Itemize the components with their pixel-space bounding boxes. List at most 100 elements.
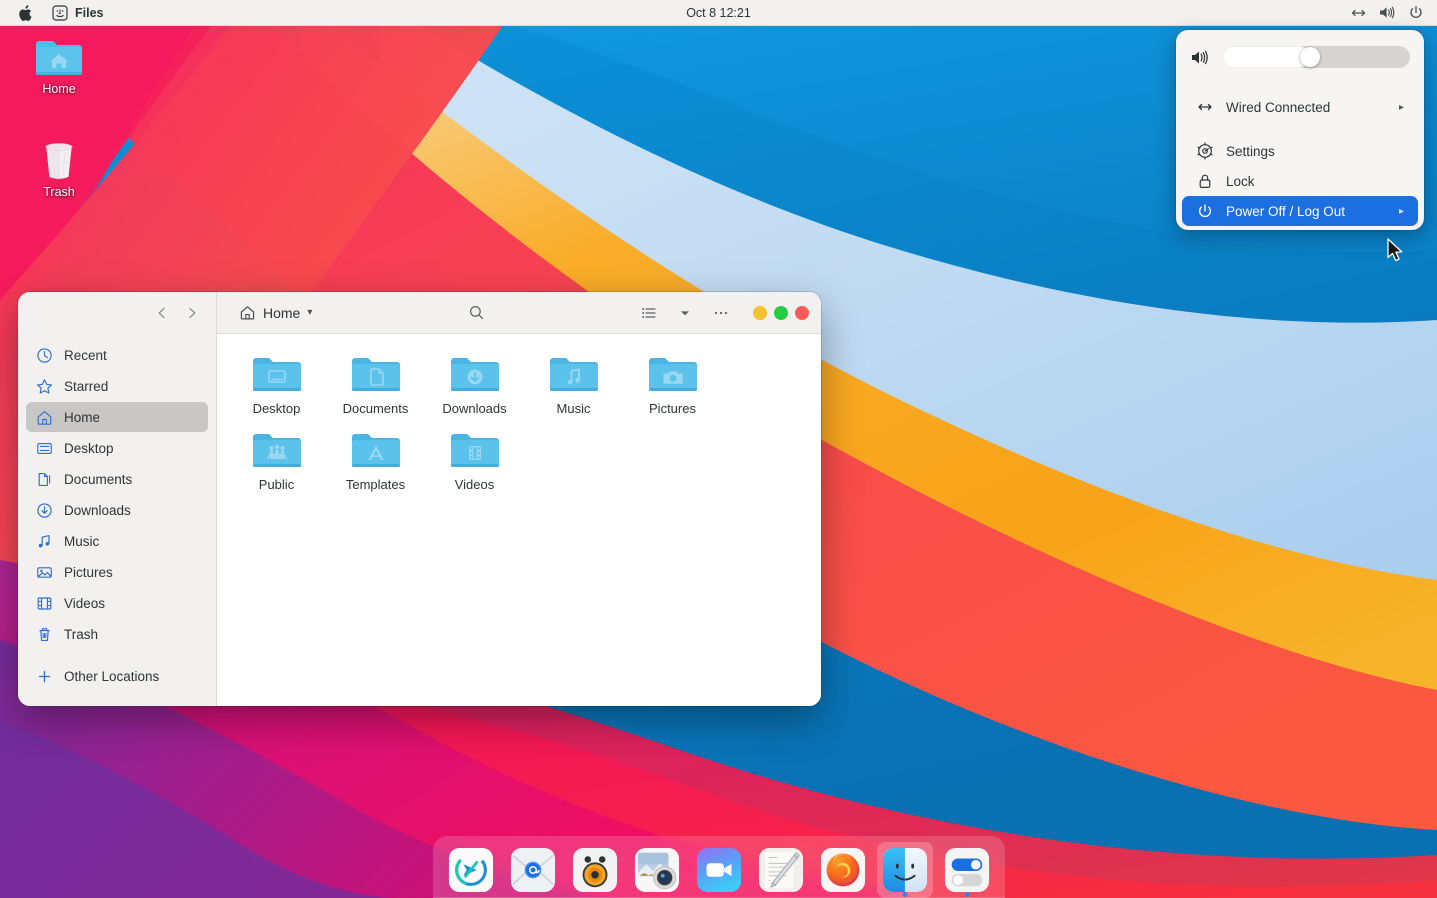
system-status-menu: Wired Connected ▸ Settings Lock Power Of… xyxy=(1176,30,1424,230)
compass-arrow-icon xyxy=(448,847,493,893)
sidebar-item-other-locations[interactable]: Other Locations xyxy=(26,661,208,691)
finder-face-icon xyxy=(882,847,927,893)
system-menu-item-network[interactable]: Wired Connected ▸ xyxy=(1182,92,1418,122)
sidebar-item-recent[interactable]: Recent xyxy=(26,340,208,370)
view-options-button[interactable] xyxy=(671,300,699,326)
sidebar-item-label: Music xyxy=(64,533,100,549)
search-button[interactable] xyxy=(463,300,491,326)
desktop-icon-label: Home xyxy=(42,82,76,96)
clock-icon xyxy=(37,347,52,363)
apple-logo-icon xyxy=(19,4,32,21)
gear-icon xyxy=(1197,142,1213,160)
search-icon xyxy=(470,305,484,320)
sidebar-item-label: Downloads xyxy=(64,502,131,518)
file-item-templates[interactable]: Templates xyxy=(326,424,425,500)
desktop-icon-home[interactable]: Home xyxy=(17,36,101,96)
path-bar-label: Home xyxy=(263,304,301,321)
folder-public-icon xyxy=(252,434,301,467)
folder-pictures-icon xyxy=(648,358,697,391)
system-menu-item-lock[interactable]: Lock xyxy=(1182,166,1418,196)
chevron-down-icon xyxy=(681,310,690,315)
maximize-button[interactable] xyxy=(774,305,789,320)
file-item-label: Documents xyxy=(342,401,409,416)
menubar-clock[interactable]: Oct 8 12:21 xyxy=(686,6,751,20)
dock-item-xpra[interactable] xyxy=(443,842,499,898)
menubar-clock-wrap: Oct 8 12:21 xyxy=(0,6,1437,20)
video-camera-icon xyxy=(696,847,741,893)
sidebar-item-starred[interactable]: Starred xyxy=(26,371,208,401)
home-icon xyxy=(37,410,52,425)
menubar-network-button[interactable] xyxy=(1345,2,1371,24)
file-item-desktop[interactable]: Desktop xyxy=(227,348,326,424)
lock-icon xyxy=(1199,174,1211,189)
folder-templates-icon xyxy=(351,434,400,467)
sidebar-item-documents[interactable]: Documents xyxy=(26,464,208,494)
back-button[interactable] xyxy=(148,300,176,326)
file-item-label: Desktop xyxy=(252,401,301,416)
volume-slider-knob[interactable] xyxy=(1300,47,1321,67)
sidebar-item-music[interactable]: Music xyxy=(26,526,208,556)
more-menu-button[interactable] xyxy=(707,300,735,326)
volume-slider-fill xyxy=(1222,46,1311,68)
sidebar-item-pictures[interactable]: Pictures xyxy=(26,557,208,587)
view-list-button[interactable] xyxy=(635,300,663,326)
envelope-icon xyxy=(510,847,555,893)
file-item-label: Videos xyxy=(454,477,495,492)
network-wired-icon xyxy=(1198,103,1212,111)
desktop-icon-trash[interactable]: Trash xyxy=(17,139,101,199)
file-item-label: Downloads xyxy=(442,401,507,416)
dock-item-finder[interactable] xyxy=(876,842,933,898)
path-bar-home[interactable]: Home ▾ xyxy=(233,300,318,325)
dock-item-photos[interactable] xyxy=(629,842,685,898)
folder-music-icon xyxy=(549,358,598,391)
file-item-downloads[interactable]: Downloads xyxy=(425,348,524,424)
app-menu-files[interactable]: Files xyxy=(42,0,114,26)
menubar-power-button[interactable] xyxy=(1403,2,1429,24)
notepad-pen-icon xyxy=(758,847,803,893)
desktop-icon-label: Trash xyxy=(43,185,75,199)
sidebar-item-desktop[interactable]: Desktop xyxy=(26,433,208,463)
sidebar-nav-bar xyxy=(18,292,216,334)
apple-menu-button[interactable] xyxy=(8,0,42,26)
minimize-button[interactable] xyxy=(753,305,768,320)
system-menu-item-power[interactable]: Power Off / Log Out ▸ xyxy=(1182,196,1418,226)
system-menu-item-settings[interactable]: Settings xyxy=(1182,136,1418,166)
dock-item-facetime[interactable] xyxy=(691,842,747,898)
sidebar-item-label: Other Locations xyxy=(64,668,160,684)
file-item-label: Public xyxy=(258,477,295,492)
close-button[interactable] xyxy=(795,305,810,320)
file-item-documents[interactable]: Documents xyxy=(326,348,425,424)
file-item-music[interactable]: Music xyxy=(524,348,623,424)
file-item-public[interactable]: Public xyxy=(227,424,326,500)
dock-item-settings[interactable] xyxy=(939,842,995,898)
dock-item-audio[interactable] xyxy=(567,842,623,898)
sidebar-item-downloads[interactable]: Downloads xyxy=(26,495,208,525)
dock-item-mail[interactable] xyxy=(505,842,561,898)
running-indicator-dot xyxy=(902,892,907,897)
download-icon xyxy=(37,502,52,518)
menubar-volume-button[interactable] xyxy=(1374,2,1400,24)
forward-button[interactable] xyxy=(178,300,206,326)
toggles-icon xyxy=(944,847,989,893)
chevron-right-icon xyxy=(189,307,196,319)
file-item-label: Music xyxy=(556,401,591,416)
sidebar-places-list: Recent Starred Home Desktop Documents Do… xyxy=(18,334,216,697)
chevron-left-icon xyxy=(158,307,165,319)
sidebar-separator xyxy=(26,650,208,660)
picture-icon xyxy=(37,566,52,578)
top-menu-bar: Files Oct 8 12:21 xyxy=(0,0,1437,26)
file-item-pictures[interactable]: Pictures xyxy=(623,348,722,424)
file-item-videos[interactable]: Videos xyxy=(425,424,524,500)
dock-item-notes[interactable] xyxy=(753,842,809,898)
dock-item-firefox[interactable] xyxy=(815,842,871,898)
sidebar-item-videos[interactable]: Videos xyxy=(26,588,208,618)
power-icon xyxy=(1410,5,1422,18)
sidebar-item-label: Pictures xyxy=(64,564,113,580)
sidebar-item-home[interactable]: Home xyxy=(26,402,208,432)
folder-downloads-icon xyxy=(450,358,499,391)
sidebar-item-trash[interactable]: Trash xyxy=(26,619,208,649)
folder-videos-icon xyxy=(450,434,499,467)
volume-icon xyxy=(1380,6,1395,19)
system-menu-label: Lock xyxy=(1226,173,1255,189)
volume-slider[interactable] xyxy=(1222,46,1410,68)
